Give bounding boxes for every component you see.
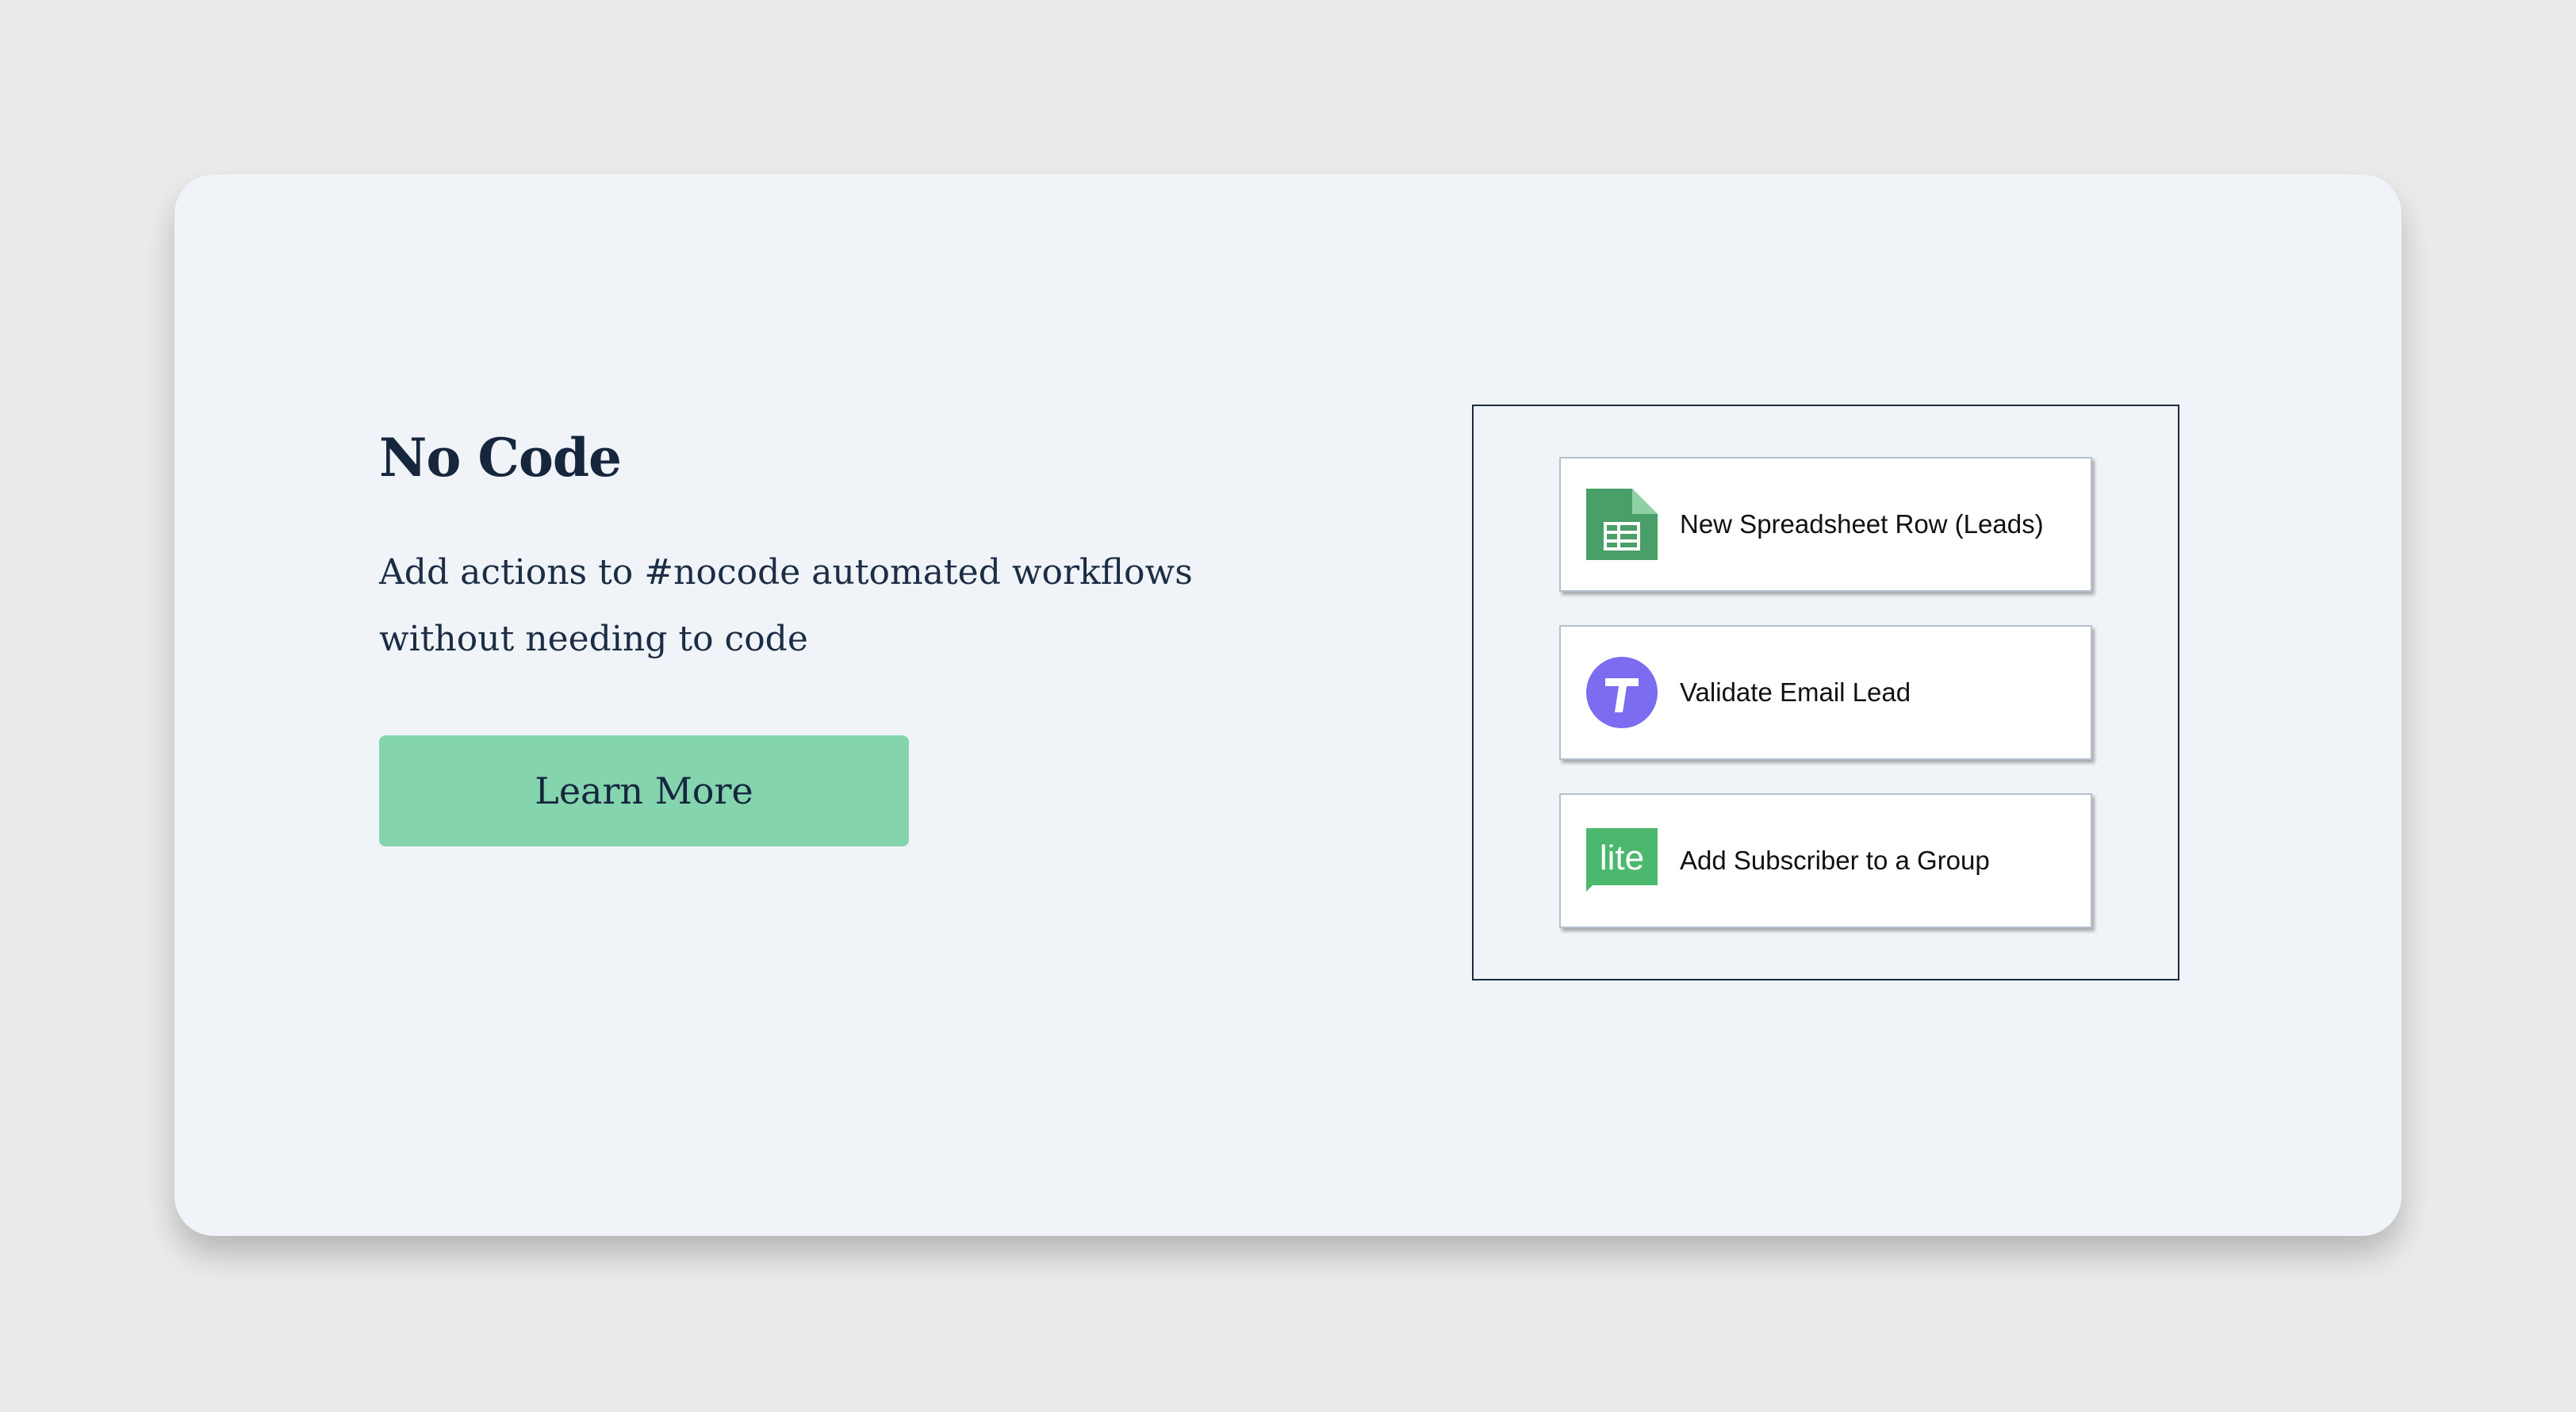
learn-more-button[interactable]: Learn More xyxy=(379,735,909,846)
workflow-step-add-subscriber[interactable]: lite Add Subscriber to a Group xyxy=(1559,793,2092,928)
workflow-step-label: Validate Email Lead xyxy=(1680,677,1911,707)
validation-t-icon xyxy=(1586,657,1658,728)
workflow-step-new-spreadsheet-row[interactable]: New Spreadsheet Row (Leads) xyxy=(1559,457,2092,592)
svg-text:lite: lite xyxy=(1600,838,1644,877)
google-sheets-icon xyxy=(1586,489,1658,560)
workflow-step-label: Add Subscriber to a Group xyxy=(1680,846,1990,875)
mailerlite-icon: lite xyxy=(1586,828,1658,892)
feature-description: Add actions to #nocode automated workflo… xyxy=(379,552,1193,659)
page-title: No Code xyxy=(379,427,622,489)
feature-card: No Code Add actions to #nocode automated… xyxy=(174,175,2402,1236)
workflow-step-validate-email[interactable]: Validate Email Lead xyxy=(1559,625,2092,760)
workflow-step-label: New Spreadsheet Row (Leads) xyxy=(1680,509,2044,539)
workflow-diagram: New Spreadsheet Row (Leads) Validate Ema… xyxy=(1472,405,2179,980)
